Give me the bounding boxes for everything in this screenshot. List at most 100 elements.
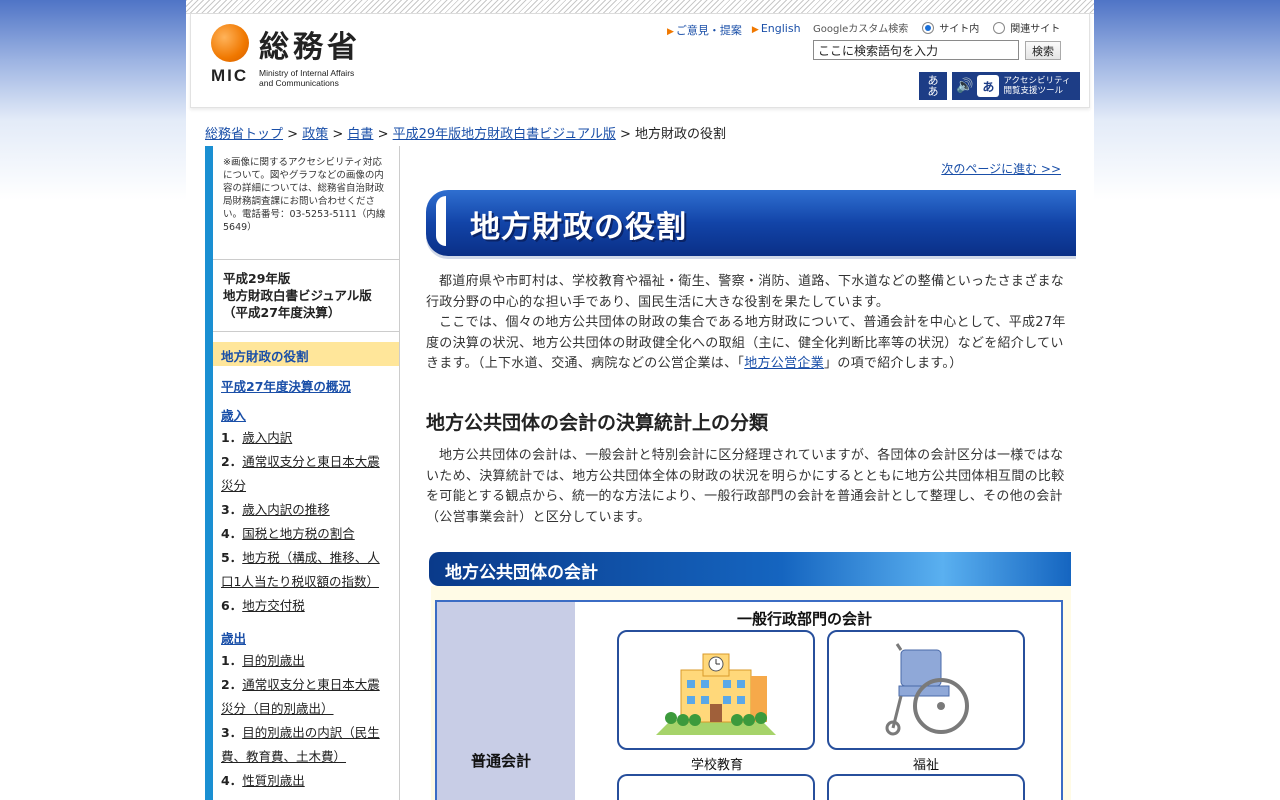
furigana-icon: ああ [927,74,939,98]
sidebar-note: ※画像に関するアクセシビリティ対応について。図やグラフなどの画像の内容の詳細につ… [213,146,399,260]
figure-row-label: 普通会計 [471,752,532,770]
google-logo-icon: Googleカスタム検索 [813,24,909,35]
sidebar-list: 平成27年度決算の概況 歳入 1．歳入内訳 2．通常収支分と東日本大震災分 3．… [213,376,399,793]
english-link[interactable]: ▶ English [752,22,801,38]
sidebar-item-revenue-quake[interactable]: 通常収支分と東日本大震災分 [221,454,380,493]
list-item: 2．通常収支分と東日本大震災分 [221,450,391,498]
list-item: 5．地方税（構成、推移、人口1人当たり税収額の指数） [221,546,391,594]
list-item: 3．歳入内訳の推移 [221,498,391,522]
sidebar-item-purpose-quake[interactable]: 通常収支分と東日本大震災分（目的別歳出） [221,677,380,716]
speaker-icon: 🔊 [956,78,974,94]
logo-kanji: 総務省 [259,30,361,65]
accessibility-line1: アクセシビリティ [1003,76,1071,86]
item-number: 5． [221,550,243,565]
sidebar-title-line3: （平成27年度決算） [223,305,341,320]
google-custom-search-label: Googleカスタム検索 [813,20,908,35]
accessibility-line2: 閲覧支援ツール [1003,86,1063,96]
breadcrumb-current: 地方財政の役割 [635,127,727,142]
radio-related-label: 関連サイト [1010,24,1061,35]
opinion-link[interactable]: ▶ ご意見・提案 [667,22,742,38]
radio-related[interactable]: 関連サイト [993,20,1060,35]
top-stripe [186,0,1094,14]
search-button[interactable]: 検索 [1025,41,1061,60]
sidebar-item-purpose[interactable]: 目的別歳出 [242,653,305,668]
sidebar-item-nature[interactable]: 性質別歳出 [242,773,305,788]
school-icon [656,653,776,735]
card-school [617,630,815,750]
breadcrumb-sep: > [332,127,344,142]
breadcrumb-policy[interactable]: 政策 [302,127,328,142]
page-title: 地方財政の役割 [470,210,687,245]
breadcrumb-whitepaper[interactable]: 白書 [347,127,373,142]
item-number: 1． [221,430,243,445]
para2-text-b: 」の項で紹介します。） [824,356,963,371]
intro-paragraph-1: 都道府県や市町村は、学校教育や福祉・衛生、警察・消防、道路、下水道などの整備とい… [426,274,1065,310]
item-number: 2． [221,677,243,692]
accessibility-tool-label: アクセシビリティ 閲覧支援ツール [1003,76,1070,96]
sidebar: ※画像に関するアクセシビリティ対応について。図やグラフなどの画像の内容の詳細につ… [205,146,400,800]
sidebar-item-tax-ratio[interactable]: 国税と地方税の割合 [242,526,355,541]
radio-site-label: サイト内 [939,24,980,35]
page-title-banner: 地方財政の役割 [426,190,1076,256]
sidebar-title: 平成29年版 地方財政白書ビジュアル版 （平成27年度決算） [213,260,399,332]
radio-site-button[interactable] [922,21,935,34]
radio-related-button[interactable] [993,21,1006,34]
page-frame: 総務省 MIC Ministry of Internal Affairs and… [186,0,1094,800]
search-input[interactable] [813,40,1019,60]
list-item: 6．地方交付税 [221,594,391,618]
list-item: 4．国税と地方税の割合 [221,522,391,546]
breadcrumb-sep: > [287,127,299,142]
item-number: 3． [221,502,243,517]
triangle-icon: ▶ [751,25,759,35]
sidebar-item-overview[interactable]: 平成27年度決算の概況 [221,376,391,395]
local-public-enterprise-link[interactable]: 地方公営企業 [744,356,824,371]
next-page-link[interactable]: 次のページに進む >> [941,160,1061,177]
sidebar-item-allocation-tax[interactable]: 地方交付税 [242,598,305,613]
sidebar-heading-revenue[interactable]: 歳入 [221,405,391,424]
sidebar-item-purpose-detail[interactable]: 目的別歳出の内訳（民生費、教育費、土木費） [221,725,380,764]
item-number: 6． [221,598,243,613]
list-item: 2．通常収支分と東日本大震災分（目的別歳出） [221,673,391,721]
search-options: Googleカスタム検索 サイト内 関連サイト [813,20,1074,35]
mic-logo[interactable]: 総務省 MIC Ministry of Internal Affairs and… [211,22,401,92]
breadcrumb-visual[interactable]: 平成29年版地方財政白書ビジュアル版 [393,127,616,142]
logo-sun-icon [211,24,249,62]
card-welfare [827,630,1025,750]
sidebar-title-line1: 平成29年版 [223,271,291,286]
item-number: 4． [221,773,243,788]
list-item: 3．目的別歳出の内訳（民生費、教育費、土木費） [221,721,391,769]
sidebar-title-line2: 地方財政白書ビジュアル版 [223,288,372,303]
item-number: 3． [221,725,243,740]
header-links: ▶ ご意見・提案 ▶ English [667,22,801,38]
sidebar-item-current[interactable]: 地方財政の役割 [213,342,399,366]
radio-site[interactable]: サイト内 [922,20,979,35]
opinion-link-label: ご意見・提案 [675,24,742,37]
logo-english-line1: Ministry of Internal Affairs [259,68,355,78]
triangle-icon: ▶ [667,27,674,37]
figure-column-head: 一般行政部門の会計 [737,610,873,628]
sidebar-heading-expenditure[interactable]: 歳出 [221,628,391,647]
item-number: 1． [221,653,243,668]
english-link-label: English [760,22,801,35]
sidebar-item-revenue-trend[interactable]: 歳入内訳の推移 [242,502,330,517]
item-number: 4． [221,526,243,541]
accessibility-icon: あ [977,75,1000,97]
furigana-button[interactable]: ああ [919,72,947,100]
wheelchair-icon [885,643,969,736]
card-row2-right [827,774,1025,800]
card-school-label: 学校教育 [691,758,744,773]
sidebar-item-local-tax[interactable]: 地方税（構成、推移、人口1人当たり税収額の指数） [221,550,380,589]
card-welfare-label: 福祉 [913,758,940,773]
logo-english-line2: and Communications [259,78,339,88]
sidebar-item-revenue-breakdown[interactable]: 歳入内訳 [242,430,292,445]
card-row2-left [617,774,815,800]
item-number: 2． [221,454,243,469]
breadcrumb: 総務省トップ > 政策 > 白書 > 平成29年版地方財政白書ビジュアル版 > … [205,123,726,142]
figure-row-label-cell: 普通会計 [437,602,575,800]
breadcrumb-top[interactable]: 総務省トップ [205,127,283,142]
breadcrumb-sep: > [620,127,631,142]
accessibility-tool-button[interactable]: 🔊 あ アクセシビリティ 閲覧支援ツール [952,72,1080,100]
figure-table: 普通会計 一般行政部門の会計 学校教育 福祉 [435,600,1063,800]
logo-english: Ministry of Internal Affairs and Communi… [259,68,409,88]
list-item: 4．性質別歳出 [221,769,391,793]
